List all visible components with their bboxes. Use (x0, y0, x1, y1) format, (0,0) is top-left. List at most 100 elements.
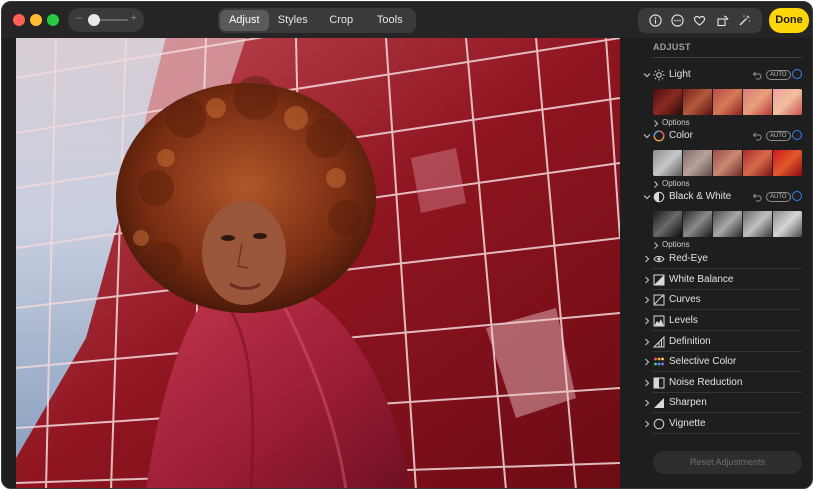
thumbnail[interactable] (773, 89, 802, 115)
zoom-window-button[interactable] (47, 14, 59, 26)
eye-icon (653, 255, 665, 263)
sidebar-item-noise-reduction[interactable]: Noise Reduction (638, 373, 812, 393)
divider (652, 412, 802, 413)
chevron-right-icon (645, 399, 650, 407)
chevron-right-icon (654, 242, 659, 249)
chevron-right-icon (654, 181, 659, 188)
black-white-label: Black & White (669, 191, 732, 202)
white-balance-label: White Balance (669, 274, 734, 285)
options-label: Options (662, 240, 690, 249)
thumbnail[interactable] (683, 150, 712, 176)
chevron-down-icon[interactable] (643, 132, 651, 140)
sidebar-item-sharpen[interactable]: Sharpen (638, 393, 812, 413)
divider (652, 433, 802, 434)
photos-edit-window: – + Adjust Styles Crop Tools Done ADJUST… (1, 1, 813, 489)
black-white-section: Black & White AUTO Options (638, 189, 812, 251)
chevron-right-icon (645, 276, 650, 284)
tab-crop[interactable]: Crop (317, 10, 366, 31)
noise-reduction-icon (653, 377, 665, 389)
sidebar-item-white-balance[interactable]: White Balance (638, 270, 812, 290)
toggle-ring-icon[interactable] (792, 191, 802, 201)
undo-icon[interactable] (751, 131, 762, 142)
levels-label: Levels (669, 315, 698, 326)
edit-mode-tabs: Adjust Styles Crop Tools (218, 8, 416, 33)
sidebar-item-levels[interactable]: Levels (638, 311, 812, 331)
black-white-thumbnails[interactable] (653, 211, 802, 237)
thumbnail[interactable] (653, 150, 682, 176)
light-label: Light (669, 69, 691, 80)
tab-styles[interactable]: Styles (269, 10, 318, 31)
thumbnail[interactable] (653, 211, 682, 237)
sidebar-item-vignette[interactable]: Vignette (638, 414, 812, 434)
divider (652, 371, 802, 372)
light-thumbnails[interactable] (653, 89, 802, 115)
thumbnail[interactable] (773, 211, 802, 237)
options-label: Options (662, 179, 690, 188)
rotate-icon[interactable] (713, 12, 731, 30)
heart-icon[interactable] (691, 12, 709, 30)
more-icon[interactable] (669, 12, 687, 30)
options-label: Options (662, 118, 690, 127)
definition-icon (653, 336, 665, 348)
done-button[interactable]: Done (769, 8, 809, 33)
auto-button[interactable]: AUTO (766, 131, 791, 141)
minimize-window-button[interactable] (30, 14, 42, 26)
photo-preview[interactable] (16, 38, 620, 488)
vignette-label: Vignette (669, 418, 706, 429)
noise-reduction-label: Noise Reduction (669, 377, 743, 388)
sidebar-item-definition[interactable]: Definition (638, 332, 812, 352)
definition-label: Definition (669, 336, 711, 347)
sharpen-icon (654, 398, 664, 408)
thumbnail[interactable] (713, 150, 742, 176)
sidebar-item-selective-color[interactable]: Selective Color (638, 352, 812, 372)
thumbnail[interactable] (743, 211, 772, 237)
tab-tools[interactable]: Tools (366, 10, 415, 31)
half-circle-icon (653, 191, 665, 203)
sidebar-title: ADJUST (653, 42, 691, 52)
chevron-right-icon (645, 379, 650, 387)
thumbnail[interactable] (653, 89, 682, 115)
undo-icon[interactable] (751, 192, 762, 203)
chevron-right-icon (645, 255, 650, 263)
sidebar-item-curves[interactable]: Curves (638, 290, 812, 310)
chevron-down-icon[interactable] (643, 71, 651, 79)
chevron-right-icon (645, 296, 650, 304)
thumbnail[interactable] (743, 150, 772, 176)
toggle-ring-icon[interactable] (792, 130, 802, 140)
zoom-slider[interactable]: – + (68, 8, 144, 32)
divider (652, 309, 802, 310)
close-window-button[interactable] (13, 14, 25, 26)
reset-adjustments-button[interactable]: Reset Adjustments (653, 451, 802, 474)
zoom-in-icon: + (130, 12, 137, 24)
thumbnail[interactable] (773, 150, 802, 176)
thumbnail[interactable] (683, 211, 712, 237)
light-section: Light AUTO Options (638, 67, 812, 129)
toolbar-icon-group (638, 8, 762, 33)
black-white-header[interactable]: Black & White AUTO (638, 189, 812, 207)
thumbnail[interactable] (683, 89, 712, 115)
selective-color-label: Selective Color (669, 356, 737, 367)
info-icon[interactable] (646, 12, 664, 30)
auto-button[interactable]: AUTO (766, 70, 791, 80)
sharpen-label: Sharpen (669, 397, 707, 408)
chevron-right-icon (645, 420, 650, 428)
thumbnail[interactable] (743, 89, 772, 115)
undo-icon[interactable] (751, 70, 762, 81)
divider (652, 330, 802, 331)
red-eye-label: Red-Eye (669, 253, 708, 264)
levels-icon (653, 315, 665, 327)
color-header[interactable]: Color AUTO (638, 128, 812, 146)
tab-adjust[interactable]: Adjust (220, 10, 269, 31)
chevron-down-icon[interactable] (643, 193, 651, 201)
color-thumbnails[interactable] (653, 150, 802, 176)
thumbnail[interactable] (713, 89, 742, 115)
magic-wand-icon[interactable] (736, 12, 754, 30)
light-header[interactable]: Light AUTO (638, 67, 812, 85)
white-balance-icon (653, 274, 665, 286)
thumbnail[interactable] (713, 211, 742, 237)
sidebar-item-red-eye[interactable]: Red-Eye (638, 249, 812, 269)
toggle-ring-icon[interactable] (792, 69, 802, 79)
zoom-knob[interactable] (88, 14, 100, 26)
auto-button[interactable]: AUTO (766, 192, 791, 202)
chevron-right-icon (645, 317, 650, 325)
